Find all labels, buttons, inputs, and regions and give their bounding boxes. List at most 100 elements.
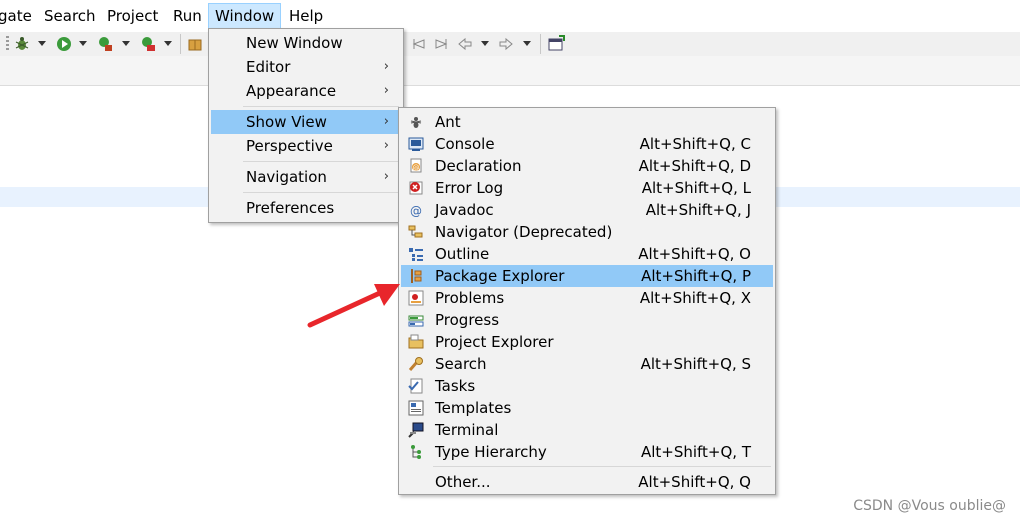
view-item-terminal[interactable]: Terminal (401, 419, 773, 441)
chevron-right-icon: › (383, 138, 389, 153)
view-item-other[interactable]: Other... Alt+Shift+Q, Q (401, 471, 773, 493)
next-annotation-icon[interactable] (432, 35, 450, 53)
javadoc-icon: @ (410, 204, 422, 218)
menu-separator (243, 106, 399, 107)
view-item-declaration[interactable]: @ Declaration Alt+Shift+Q, D (401, 155, 773, 177)
toolbar-grip[interactable] (6, 36, 9, 52)
view-item-search[interactable]: Search Alt+Shift+Q, S (401, 353, 773, 375)
view-item-ant[interactable]: Ant (401, 111, 773, 133)
chevron-right-icon: › (383, 169, 389, 184)
view-item-problems[interactable]: Problems Alt+Shift+Q, X (401, 287, 773, 309)
view-label: Console (435, 135, 495, 153)
view-label: Error Log (435, 179, 504, 197)
forward-icon[interactable] (497, 35, 515, 53)
declaration-icon: @ (410, 158, 422, 173)
terminal-icon (408, 422, 424, 438)
new-package-icon[interactable] (186, 35, 204, 53)
coverage-dropdown-icon[interactable] (122, 41, 130, 46)
run-dropdown-icon[interactable] (79, 41, 87, 46)
show-view-submenu: Ant Console Alt+Shift+Q, C @ Declaration… (398, 107, 776, 495)
view-item-tasks[interactable]: Tasks (401, 375, 773, 397)
view-label: Project Explorer (435, 333, 554, 351)
view-label: Type Hierarchy (435, 443, 547, 461)
menu-item-perspective[interactable]: Perspective › (211, 134, 401, 158)
templates-icon (408, 400, 424, 416)
coverage-icon[interactable] (96, 35, 114, 53)
menu-separator (433, 466, 771, 467)
view-label: Search (435, 355, 487, 373)
view-shortcut: Alt+Shift+Q, T (640, 443, 751, 461)
debug-icon[interactable] (13, 35, 31, 53)
type-hierarchy-icon (411, 445, 421, 459)
menu-item-navigation[interactable]: Navigation › (211, 165, 401, 189)
menu-search[interactable]: Search (38, 3, 102, 29)
ant-icon (410, 117, 422, 128)
view-item-templates[interactable]: Templates (401, 397, 773, 419)
svg-text:@: @ (413, 164, 420, 172)
view-item-project-explorer[interactable]: Project Explorer (401, 331, 773, 353)
run-icon[interactable] (55, 35, 73, 53)
view-label: Ant (435, 113, 461, 131)
menu-item-appearance[interactable]: Appearance › (211, 79, 401, 103)
view-item-type-hierarchy[interactable]: Type Hierarchy Alt+Shift+Q, T (401, 441, 773, 463)
view-item-package-explorer[interactable]: Package Explorer Alt+Shift+Q, P (401, 265, 773, 287)
view-shortcut: Alt+Shift+Q, O (638, 245, 751, 263)
view-item-navigator[interactable]: Navigator (Deprecated) (401, 221, 773, 243)
external-tools-dropdown-icon[interactable] (164, 41, 172, 46)
annotation-arrow-icon (307, 284, 400, 328)
tasks-icon (408, 378, 423, 394)
menu-item-label: Navigation (246, 168, 327, 186)
menu-item-label: New Window (246, 34, 343, 52)
forward-dropdown-icon[interactable] (523, 41, 531, 46)
svg-text:@: @ (410, 204, 422, 218)
view-item-progress[interactable]: Progress (401, 309, 773, 331)
menu-item-label: Appearance (246, 82, 337, 100)
view-label: Declaration (435, 157, 522, 175)
menu-item-new-window[interactable]: New Window (211, 31, 401, 55)
view-shortcut: Alt+Shift+Q, D (638, 157, 751, 175)
debug-dropdown-icon[interactable] (38, 41, 46, 46)
view-shortcut: Alt+Shift+Q, C (639, 135, 751, 153)
problems-icon (408, 290, 424, 306)
view-shortcut: Alt+Shift+Q, L (641, 179, 751, 197)
search-view-icon (408, 357, 423, 371)
back-dropdown-icon[interactable] (481, 41, 489, 46)
outline-icon (409, 248, 423, 261)
view-item-error-log[interactable]: Error Log Alt+Shift+Q, L (401, 177, 773, 199)
view-item-javadoc[interactable]: @ Javadoc Alt+Shift+Q, J (401, 199, 773, 221)
external-tools-icon[interactable] (139, 35, 157, 53)
menu-item-show-view[interactable]: Show View › (211, 110, 401, 134)
view-shortcut: Alt+Shift+Q, J (645, 201, 751, 219)
view-item-console[interactable]: Console Alt+Shift+Q, C (401, 133, 773, 155)
navigator-icon (408, 225, 423, 238)
view-shortcut: Alt+Shift+Q, S (640, 355, 751, 373)
view-label: Navigator (Deprecated) (435, 223, 613, 241)
view-label: Outline (435, 245, 490, 263)
menu-navigate[interactable]: gate (0, 3, 38, 29)
view-item-outline[interactable]: Outline Alt+Shift+Q, O (401, 243, 773, 265)
view-label: Tasks (435, 377, 476, 395)
menu-item-label: Editor (246, 58, 291, 76)
view-shortcut: Alt+Shift+Q, P (641, 267, 751, 285)
menu-help[interactable]: Help (283, 3, 329, 29)
open-perspective-icon[interactable] (547, 35, 565, 53)
view-label: Package Explorer (435, 267, 565, 285)
toolbar-separator (540, 34, 541, 54)
progress-icon (408, 315, 424, 327)
menu-item-label: Preferences (246, 199, 335, 217)
menu-item-editor[interactable]: Editor › (211, 55, 401, 79)
back-icon[interactable] (456, 35, 474, 53)
view-label: Templates (435, 399, 512, 417)
view-shortcut: Alt+Shift+Q, Q (638, 473, 751, 491)
console-icon (408, 137, 424, 151)
menu-run[interactable]: Run (167, 3, 208, 29)
view-label: Terminal (435, 421, 499, 439)
menu-item-preferences[interactable]: Preferences (211, 196, 401, 220)
menu-project[interactable]: Project (101, 3, 164, 29)
menu-item-label: Perspective (246, 137, 333, 155)
prev-annotation-icon[interactable] (410, 35, 428, 53)
menu-window[interactable]: Window (208, 3, 282, 29)
view-shortcut: Alt+Shift+Q, X (639, 289, 751, 307)
view-label: Other... (435, 473, 491, 491)
project-explorer-icon (408, 334, 424, 349)
